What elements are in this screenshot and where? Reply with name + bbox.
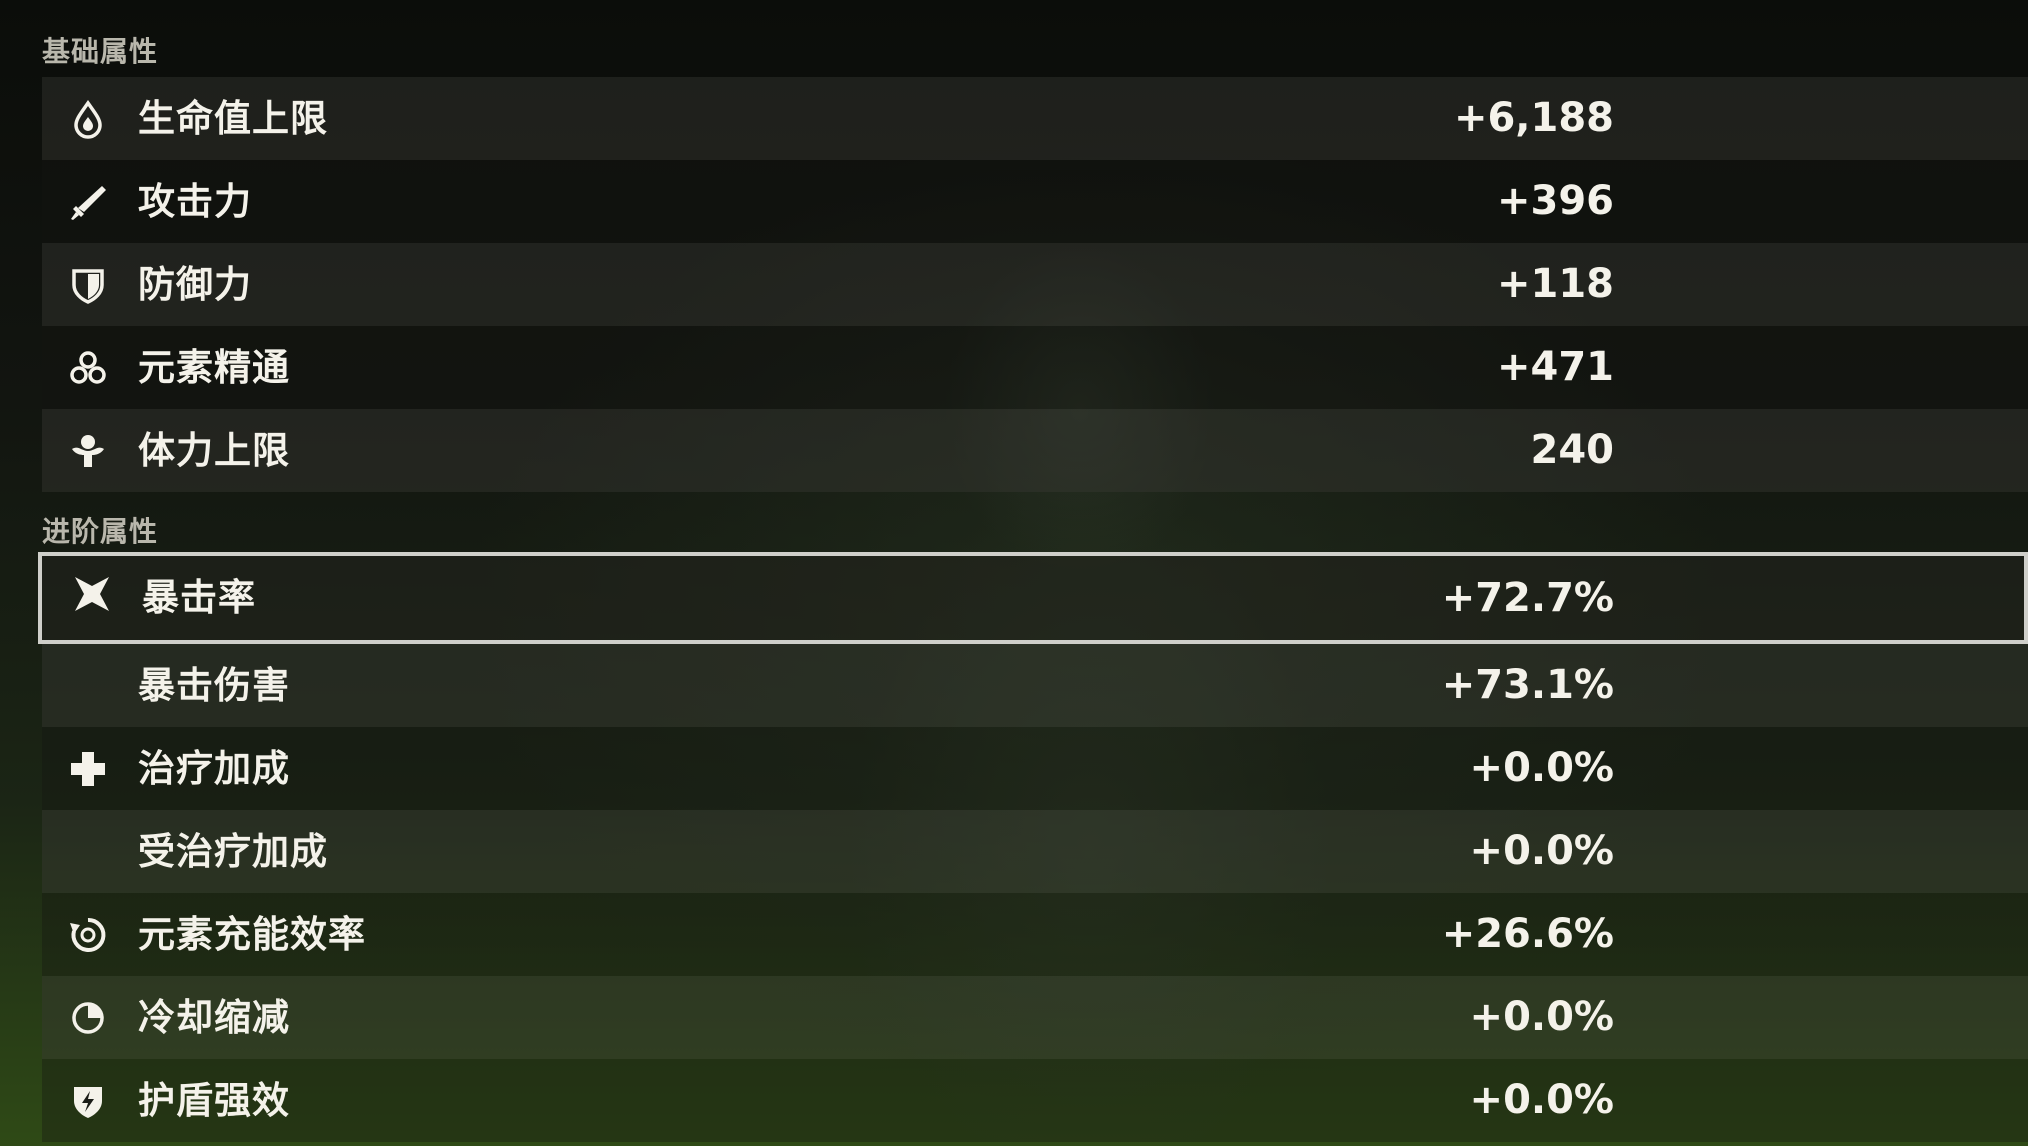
stat-value: +26.6% — [1441, 911, 1614, 957]
def-shield-icon — [68, 265, 108, 305]
stat-row-crit-rate[interactable]: 暴击率 +72.7% — [38, 552, 2028, 644]
stat-value: +0.0% — [1469, 828, 1614, 874]
stat-label: 生命值上限 — [138, 97, 328, 140]
elemental-mastery-icon — [68, 348, 108, 388]
cooldown-icon — [68, 998, 108, 1038]
stat-row-energy-recharge[interactable]: 元素充能效率 +26.6% — [42, 893, 2028, 976]
stat-label: 元素充能效率 — [138, 913, 366, 956]
stat-value: +0.0% — [1469, 1077, 1614, 1123]
stat-row-stamina[interactable]: 体力上限 240 — [42, 409, 2028, 492]
stat-value: +0.0% — [1469, 994, 1614, 1040]
stat-label: 防御力 — [138, 263, 252, 306]
stat-row-healing-bonus[interactable]: 治疗加成 +0.0% — [42, 727, 2028, 810]
stat-label: 护盾强效 — [138, 1079, 290, 1122]
stat-row-crit-dmg[interactable]: 暴击伤害 +73.1% — [42, 644, 2028, 727]
crit-rate-icon — [72, 574, 112, 614]
stat-label: 受治疗加成 — [138, 830, 328, 873]
stat-label: 暴击伤害 — [138, 664, 290, 707]
stat-value: +396 — [1496, 178, 1614, 224]
section-title-basic: 基础属性 — [42, 35, 159, 68]
advanced-stats-list: 暴击率 +72.7% 暴击伤害 +73.1% 治疗加成 +0.0% 受治疗加成 … — [38, 552, 2028, 1142]
hp-droplet-icon — [68, 99, 108, 139]
stat-value: +72.7% — [1441, 575, 1614, 621]
section-title-advanced: 进阶属性 — [42, 515, 159, 548]
atk-sword-icon — [68, 182, 108, 222]
healing-cross-icon — [68, 749, 108, 789]
stat-value: 240 — [1530, 427, 1615, 473]
stat-row-def[interactable]: 防御力 +118 — [42, 243, 2028, 326]
stat-row-hp[interactable]: 生命值上限 +6,188 — [42, 77, 2028, 160]
stat-row-incoming-healing[interactable]: 受治疗加成 +0.0% — [42, 810, 2028, 893]
stat-row-cooldown[interactable]: 冷却缩减 +0.0% — [42, 976, 2028, 1059]
stat-row-em[interactable]: 元素精通 +471 — [42, 326, 2028, 409]
stat-row-atk[interactable]: 攻击力 +396 — [42, 160, 2028, 243]
stamina-icon — [68, 431, 108, 471]
stat-value: +73.1% — [1441, 662, 1614, 708]
stat-label: 暴击率 — [142, 576, 256, 619]
stat-label: 体力上限 — [138, 429, 290, 472]
stat-label: 攻击力 — [138, 180, 252, 223]
basic-stats-list: 生命值上限 +6,188 攻击力 +396 防御力 +118 元素精通 +471… — [42, 77, 2028, 492]
stat-value: +0.0% — [1469, 745, 1614, 791]
stat-row-shield-strength[interactable]: 护盾强效 +0.0% — [42, 1059, 2028, 1142]
stat-value: +118 — [1496, 261, 1614, 307]
energy-recharge-icon — [68, 915, 108, 955]
stat-value: +6,188 — [1453, 95, 1614, 141]
shield-strength-icon — [68, 1081, 108, 1121]
stat-label: 治疗加成 — [138, 747, 290, 790]
stat-label: 冷却缩减 — [138, 996, 290, 1039]
stat-label: 元素精通 — [138, 346, 290, 389]
stat-value: +471 — [1496, 344, 1614, 390]
